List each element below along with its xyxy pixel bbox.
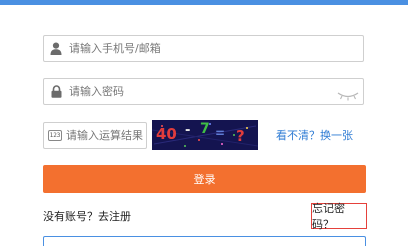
lock-icon bbox=[46, 85, 66, 98]
register-prompt: 没有账号？去注册 bbox=[43, 208, 131, 224]
refresh-captcha-link[interactable]: 看不清？换一张 bbox=[276, 127, 353, 143]
register-link[interactable]: 去注册 bbox=[98, 210, 131, 223]
captcha-char: 7 bbox=[200, 121, 210, 137]
login-button[interactable]: 登录 bbox=[43, 165, 366, 193]
captcha-char: ? bbox=[236, 127, 245, 145]
captcha-char: = bbox=[215, 126, 226, 140]
phone-email-field[interactable] bbox=[43, 35, 364, 62]
captcha-image[interactable]: 40 - 7 = ? bbox=[152, 120, 258, 150]
captcha-char: - bbox=[185, 123, 191, 138]
password-field[interactable] bbox=[43, 78, 364, 105]
bottom-partial-field[interactable] bbox=[43, 236, 366, 246]
password-input[interactable] bbox=[69, 85, 319, 98]
register-prompt-text: 没有账号？ bbox=[43, 210, 98, 223]
user-icon bbox=[46, 42, 66, 55]
top-accent-bar bbox=[0, 0, 408, 5]
captcha-input[interactable] bbox=[66, 129, 146, 142]
phone-email-input[interactable] bbox=[69, 42, 319, 55]
captcha-field[interactable]: 123 bbox=[43, 122, 147, 149]
calculator-badge-icon: 123 bbox=[48, 130, 62, 141]
captcha-char: 40 bbox=[156, 125, 177, 143]
forgot-password-link[interactable]: 忘记密码？ bbox=[311, 202, 367, 231]
eye-closed-icon[interactable] bbox=[337, 86, 359, 101]
